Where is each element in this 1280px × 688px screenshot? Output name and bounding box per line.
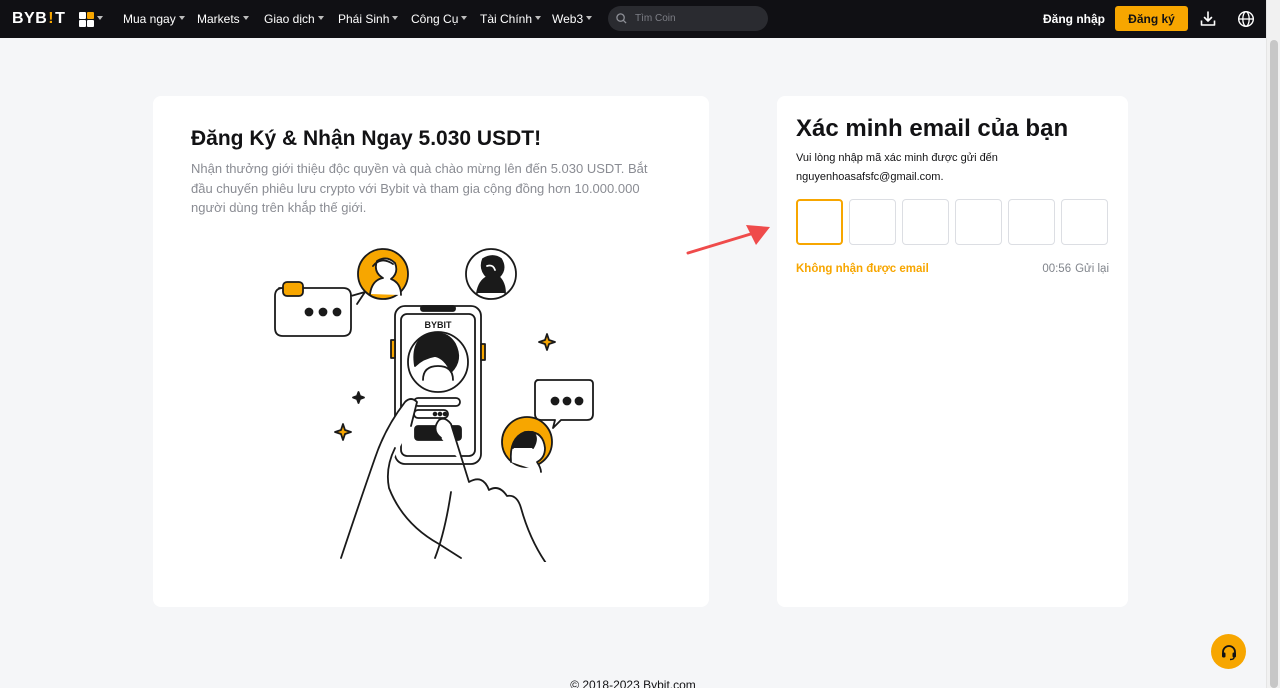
top-navigation-bar: BYB! T Mua ngay Markets Giao dịch Phái Si…: [0, 0, 1266, 38]
download-icon[interactable]: [1199, 10, 1217, 28]
nav-item-mua-ngay[interactable]: Mua ngay: [123, 0, 185, 38]
promo-description: Nhận thưởng giới thiệu độc quyền và quà …: [191, 161, 648, 216]
signup-button[interactable]: Đăng ký: [1115, 6, 1188, 31]
resend-countdown: 00:56: [1042, 263, 1072, 275]
code-digit-2[interactable]: [849, 199, 896, 245]
bybit-logo[interactable]: BYB! T: [12, 10, 65, 28]
footer-copyright: © 2018-2023 Bybit.com: [570, 678, 696, 688]
nav-item-web3[interactable]: Web3: [552, 0, 593, 38]
nav-label: Tài Chính: [480, 12, 533, 26]
page-scrollbar[interactable]: [1266, 0, 1280, 688]
code-digit-6[interactable]: [1061, 199, 1108, 245]
login-link[interactable]: Đăng nhập: [1043, 12, 1105, 26]
no-email-received-link[interactable]: Không nhận được email: [796, 263, 929, 275]
chevron-down-icon: [178, 16, 185, 20]
nav-label: Web3: [552, 12, 584, 26]
email-verification-card: Xác minh email của bạn Vui lòng nhập mã …: [777, 96, 1128, 607]
scrollbar-thumb[interactable]: [1270, 40, 1278, 688]
logo-text-right: T: [55, 10, 66, 27]
signup-illustration: BYBIT: [274, 248, 594, 562]
chevron-down-icon: [535, 16, 542, 20]
promo-title: Đăng Ký & Nhận Ngay 5.030 USDT!: [191, 127, 542, 150]
verify-title: Xác minh email của bạn: [796, 115, 1069, 142]
coin-search-box[interactable]: [608, 6, 768, 31]
nav-item-phai-sinh[interactable]: Phái Sinh: [338, 0, 399, 38]
nav-item-cong-cu[interactable]: Công Cụ: [411, 0, 468, 38]
resend-area: 00:56 Gửi lại: [1042, 263, 1109, 275]
nav-label: Phái Sinh: [338, 12, 390, 26]
code-digit-1[interactable]: [796, 199, 843, 245]
logo-text-left: BYB: [12, 10, 48, 27]
logo-text-bang: !: [48, 10, 55, 27]
resend-button[interactable]: Gửi lại: [1075, 263, 1109, 275]
chevron-down-icon: [97, 16, 103, 20]
verify-description: Vui lòng nhập mã xác minh được gửi đến n…: [796, 149, 1116, 187]
chevron-down-icon: [461, 16, 468, 20]
nav-item-markets[interactable]: Markets: [197, 0, 249, 38]
apps-grid-icon: [79, 11, 94, 27]
nav-label: Markets: [197, 12, 240, 26]
chevron-down-icon: [242, 16, 249, 20]
headset-icon: [1221, 644, 1236, 660]
nav-label: Giao dịch: [264, 12, 315, 26]
support-chat-button[interactable]: [1211, 634, 1246, 669]
apps-menu-button[interactable]: [79, 11, 103, 27]
search-icon: [616, 13, 627, 24]
code-digit-3[interactable]: [902, 199, 949, 245]
chevron-down-icon: [392, 16, 399, 20]
chevron-down-icon: [586, 16, 593, 20]
verify-email-address: nguyenhoasafsfc@gmail.com.: [796, 171, 944, 183]
nav-item-tai-chinh[interactable]: Tài Chính: [480, 0, 542, 38]
promo-card: Đăng Ký & Nhận Ngay 5.030 USDT! Nhận thư…: [153, 96, 709, 607]
chevron-down-icon: [317, 16, 324, 20]
code-digit-4[interactable]: [955, 199, 1002, 245]
nav-item-giao-dich[interactable]: Giao dịch: [264, 0, 324, 38]
verification-code-input: [796, 199, 1108, 245]
verify-desc-line: Vui lòng nhập mã xác minh được gửi đến: [796, 152, 998, 164]
annotation-arrow-icon: [686, 225, 770, 255]
globe-icon[interactable]: [1237, 10, 1255, 28]
search-input[interactable]: [635, 13, 755, 24]
nav-label: Mua ngay: [123, 12, 176, 26]
nav-label: Công Cụ: [411, 12, 459, 26]
code-digit-5[interactable]: [1008, 199, 1055, 245]
phone-logo-text: BYBIT: [425, 320, 453, 330]
